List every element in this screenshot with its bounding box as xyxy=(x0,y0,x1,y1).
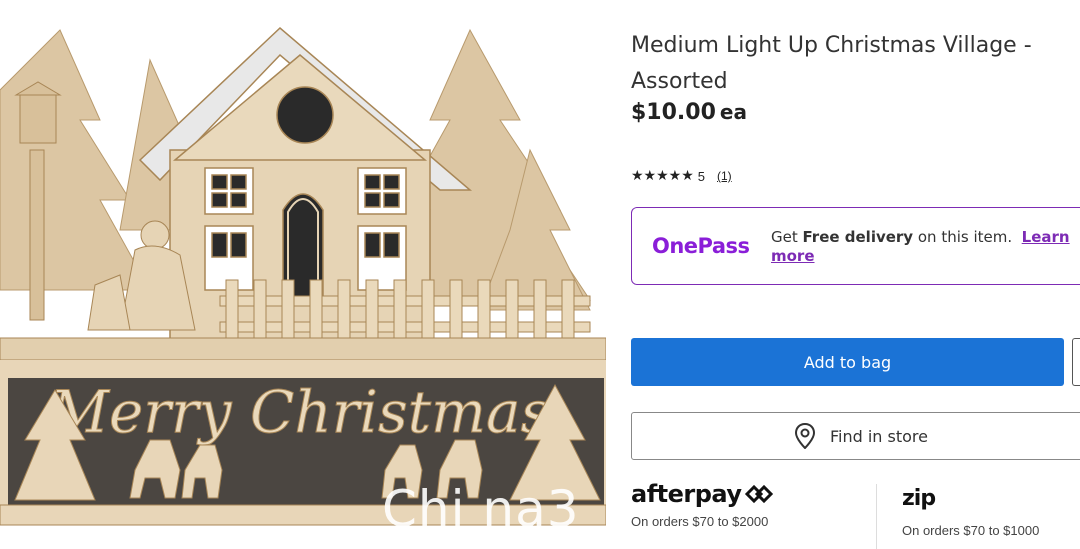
onepass-message: Get Free delivery on this item. Learn mo… xyxy=(771,228,1080,266)
afterpay-arrows-icon xyxy=(744,484,773,504)
price-value: $10.00 xyxy=(631,100,716,125)
carved-greeting-text: Merry Christmas xyxy=(49,378,551,446)
product-details: Medium Light Up Christmas Village - Asso… xyxy=(631,0,1080,549)
zip-info[interactable]: zip On orders $70 to $1000 xyxy=(902,486,1039,538)
price-unit: ea xyxy=(719,100,747,124)
rating-value: 5 xyxy=(697,168,705,184)
christmas-village-illustration: Merry Christmas xyxy=(0,26,606,526)
zip-logo: zip xyxy=(902,486,936,511)
find-in-store-button[interactable]: Find in store xyxy=(631,412,1080,460)
product-price: $10.00 ea xyxy=(631,100,747,125)
location-pin-icon xyxy=(794,423,815,449)
onepass-logo: OnePass xyxy=(652,234,750,258)
review-count-link[interactable]: (1) xyxy=(717,169,732,183)
onepass-text-prefix: Get xyxy=(771,228,798,246)
afterpay-logo: afterpay xyxy=(631,480,774,508)
rating: ★★★★★ 5 (1) xyxy=(631,168,732,184)
onepass-banner: OnePass Get Free delivery on this item. … xyxy=(631,207,1080,285)
onepass-text-suffix: on this item. xyxy=(917,228,1013,246)
payment-divider xyxy=(876,484,877,549)
afterpay-wordmark: afterpay xyxy=(631,480,742,508)
product-image[interactable]: Merry Christmas Chi na3 xyxy=(0,0,606,549)
zip-terms: On orders $70 to $1000 xyxy=(902,523,1040,538)
afterpay-info[interactable]: afterpay On orders $70 to $2000 xyxy=(631,480,774,529)
product-title: Medium Light Up Christmas Village - Asso… xyxy=(631,33,1032,94)
afterpay-terms: On orders $70 to $2000 xyxy=(631,514,769,529)
watermark: Chi na3 xyxy=(382,480,580,538)
add-to-bag-button[interactable]: Add to bag xyxy=(631,338,1064,386)
star-rating-icon: ★★★★★ xyxy=(631,168,694,184)
onepass-text-bold: Free delivery xyxy=(802,228,914,246)
wishlist-button[interactable] xyxy=(1072,338,1080,386)
find-in-store-label: Find in store xyxy=(829,426,928,446)
